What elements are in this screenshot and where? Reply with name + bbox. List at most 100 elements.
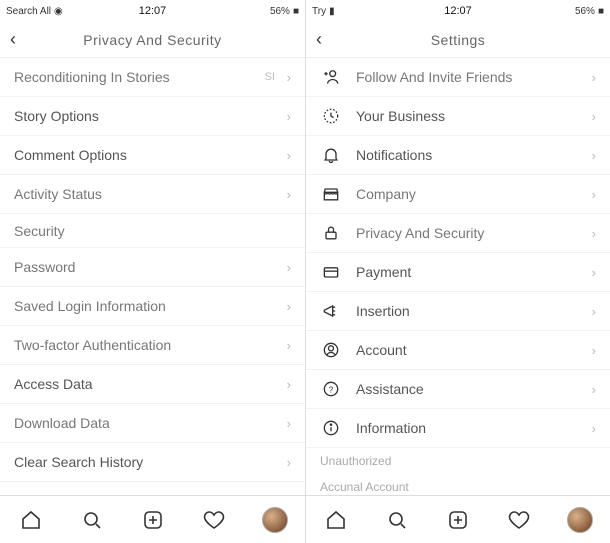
settings-row-saved-login-information[interactable]: Saved Login Information› (0, 287, 305, 326)
chevron-right-icon: › (592, 70, 596, 85)
row-label: Story Options (14, 108, 291, 124)
carrier-label: Search All (6, 6, 51, 17)
nav-search[interactable] (75, 503, 109, 537)
chevron-right-icon: › (287, 187, 291, 202)
row-label: Information (356, 420, 596, 436)
row-label: Access Data (14, 376, 291, 392)
nav-add[interactable] (441, 503, 475, 537)
row-label: Two-factor Authentication (14, 337, 291, 353)
wifi-icon: ◉ (54, 6, 63, 17)
search-icon (80, 508, 104, 532)
nav-heart[interactable] (197, 503, 231, 537)
settings-row-access-data[interactable]: Access Data› (0, 365, 305, 404)
battery-icon: ■ (598, 6, 604, 17)
info-icon (320, 417, 342, 439)
avatar-icon (567, 507, 593, 533)
row-label: Privacy And Security (356, 225, 596, 241)
settings-row-activity-status[interactable]: Activity Status› (0, 175, 305, 214)
chevron-right-icon: › (287, 109, 291, 124)
user-icon (320, 339, 342, 361)
settings-row-clear-search-history[interactable]: Clear Search History› (0, 443, 305, 482)
chevron-right-icon: › (287, 70, 291, 85)
battery-percent: 56% (575, 6, 595, 17)
clock: 12:07 (444, 5, 472, 17)
nav-home[interactable] (319, 503, 353, 537)
chevron-right-icon: › (592, 148, 596, 163)
carrier-label: Try (312, 6, 326, 17)
section-label: Accunal Account (306, 474, 610, 495)
battery-percent: 56% (270, 6, 290, 17)
row-label: Security (14, 223, 291, 239)
row-label: Download Data (14, 415, 291, 431)
bell-icon (320, 144, 342, 166)
settings-row-comment-options[interactable]: Comment Options› (0, 136, 305, 175)
back-button[interactable]: ‹ (10, 29, 16, 50)
header: ‹ Privacy And Security (0, 22, 305, 58)
row-label: Comment Options (14, 147, 291, 163)
nav-heart[interactable] (502, 503, 536, 537)
settings-row-assistance[interactable]: ?Assistance› (306, 370, 610, 409)
row-label: Assistance (356, 381, 596, 397)
screen-privacy: Search All◉ 12:07 56%■ ‹ Privacy And Sec… (0, 0, 305, 543)
nav-search[interactable] (380, 503, 414, 537)
row-label: Saved Login Information (14, 298, 291, 314)
settings-row-company[interactable]: Company› (306, 175, 610, 214)
screen-settings: Try▮ 12:07 56%■ ‹ Settings Follow And In… (305, 0, 610, 543)
chevron-right-icon: › (592, 109, 596, 124)
settings-row-account[interactable]: Account› (306, 331, 610, 370)
card-icon (320, 261, 342, 283)
page-title: Privacy And Security (83, 32, 221, 48)
heart-icon (507, 508, 531, 532)
addperson-icon (320, 66, 342, 88)
clock: 12:07 (139, 5, 167, 17)
mega-icon (320, 300, 342, 322)
row-label: Password (14, 259, 291, 275)
chevron-right-icon: › (592, 343, 596, 358)
settings-row-password[interactable]: Password› (0, 248, 305, 287)
chevron-right-icon: › (592, 304, 596, 319)
nav-home[interactable] (14, 503, 48, 537)
nav-avatar[interactable] (258, 503, 292, 537)
signal-icon: ▮ (329, 6, 335, 17)
nav-add[interactable] (136, 503, 170, 537)
row-label: Reconditioning In Stories (14, 69, 291, 85)
settings-row-follow-and-invite-friends[interactable]: Follow And Invite Friends› (306, 58, 610, 97)
home-icon (324, 508, 348, 532)
settings-row-two-factor-authentication[interactable]: Two-factor Authentication› (0, 326, 305, 365)
row-label: Insertion (356, 303, 596, 319)
settings-row-story-options[interactable]: Story Options› (0, 97, 305, 136)
row-label: Notifications (356, 147, 596, 163)
chevron-right-icon: › (287, 416, 291, 431)
row-label: Account (356, 342, 596, 358)
chevron-right-icon: › (592, 421, 596, 436)
settings-row-download-data[interactable]: Download Data› (0, 404, 305, 443)
settings-row-insertion[interactable]: Insertion› (306, 292, 610, 331)
svg-text:?: ? (329, 384, 334, 394)
nav-avatar[interactable] (563, 503, 597, 537)
status-bar: Search All◉ 12:07 56%■ (0, 0, 305, 22)
settings-row-information[interactable]: Information› (306, 409, 610, 448)
heart-icon (202, 508, 226, 532)
row-label: Activity Status (14, 186, 291, 202)
chevron-right-icon: › (287, 455, 291, 470)
store-icon (320, 183, 342, 205)
settings-row-payment[interactable]: Payment› (306, 253, 610, 292)
settings-row-reconditioning-in-stories[interactable]: Reconditioning In StoriesSI › (0, 58, 305, 97)
bottom-nav (306, 495, 610, 543)
add-icon (446, 508, 470, 532)
back-button[interactable]: ‹ (316, 29, 322, 50)
settings-row-security: Security (0, 214, 305, 248)
lock-icon (320, 222, 342, 244)
chevron-right-icon: › (592, 187, 596, 202)
settings-row-notifications[interactable]: Notifications› (306, 136, 610, 175)
settings-row-your-business[interactable]: Your Business› (306, 97, 610, 136)
help-icon: ? (320, 378, 342, 400)
settings-list: Follow And Invite Friends›Your Business›… (306, 58, 610, 495)
row-label: Payment (356, 264, 596, 280)
chevron-right-icon: › (287, 148, 291, 163)
page-title: Settings (431, 32, 486, 48)
row-label: Follow And Invite Friends (356, 69, 596, 85)
settings-row-privacy-and-security[interactable]: Privacy And Security› (306, 214, 610, 253)
chevron-right-icon: › (592, 265, 596, 280)
row-value: SI (265, 71, 275, 83)
